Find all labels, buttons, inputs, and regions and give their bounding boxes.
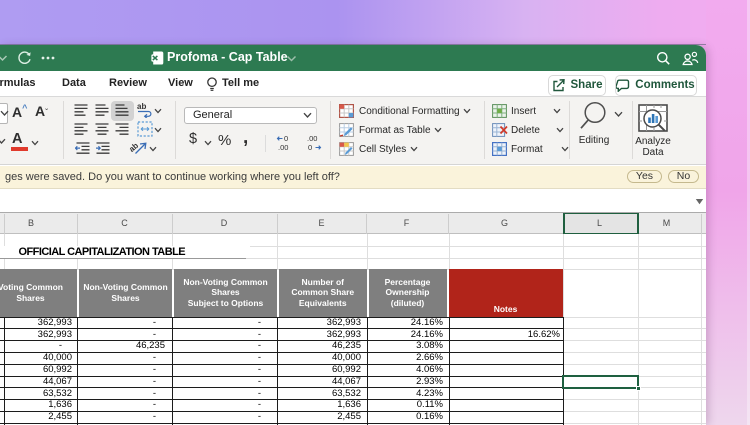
svg-text:0: 0 — [284, 134, 288, 143]
svg-text:.00: .00 — [278, 143, 288, 151]
svg-text:.00: .00 — [307, 134, 317, 143]
svg-text:0: 0 — [308, 143, 312, 151]
